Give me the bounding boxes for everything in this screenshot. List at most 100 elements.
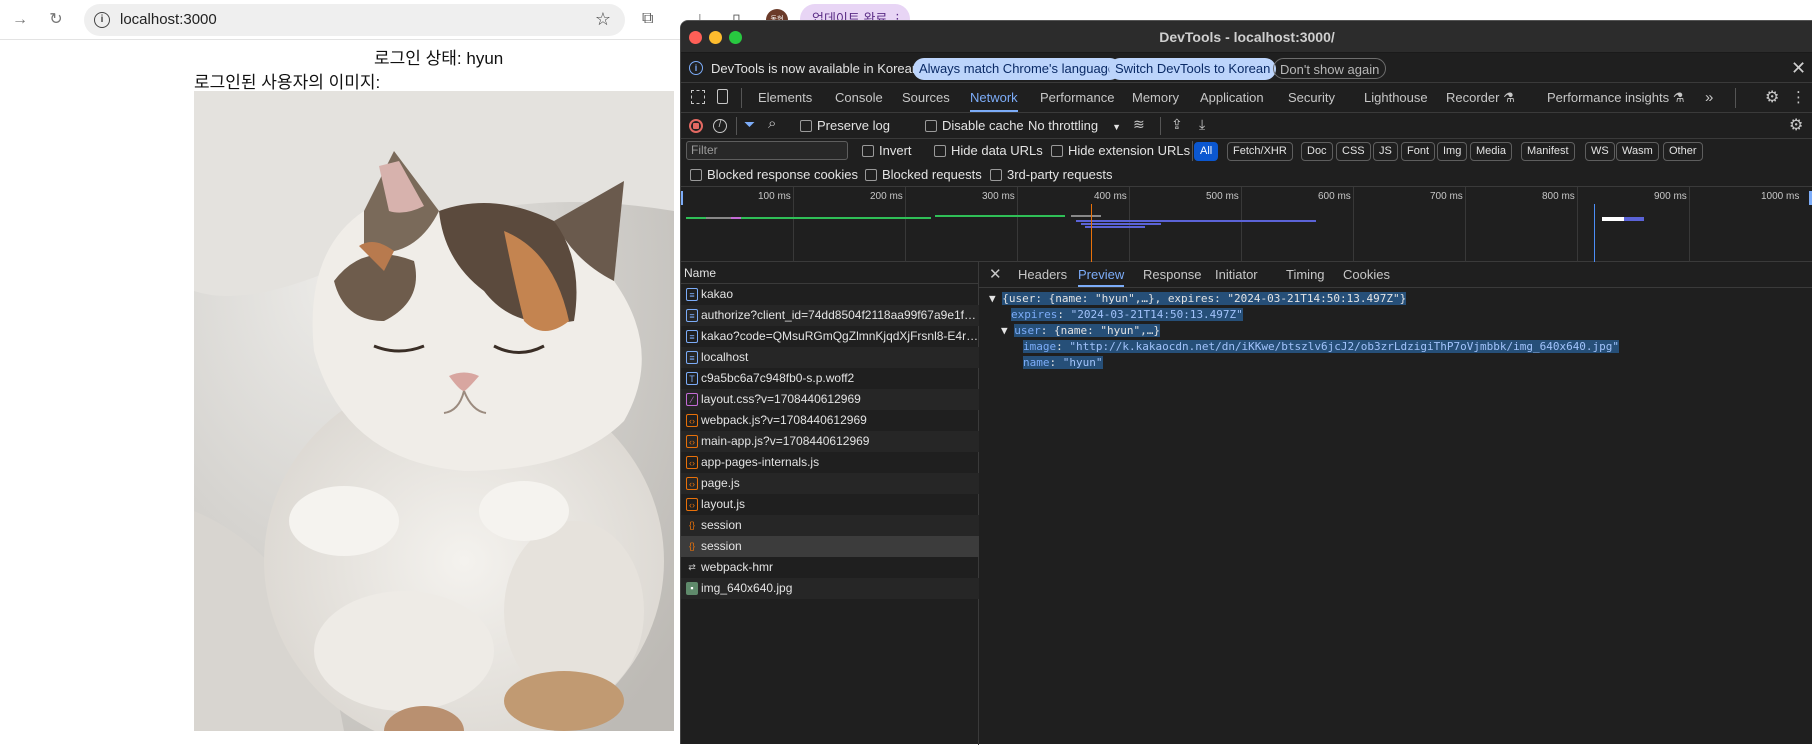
request-row[interactable]: ≡ kakao?code=QMsuRGmQgZlmnKjqdXjFrsnl8-E4… [681,326,979,347]
reload-icon[interactable]: ↻ [44,8,68,32]
request-row[interactable]: ⇄ webpack-hmr [681,557,979,578]
tab-headers[interactable]: Headers [1018,262,1067,287]
hide-data-urls-checkbox[interactable] [934,145,946,157]
close-detail-icon[interactable]: ✕ [989,262,1002,287]
timeline-handle-left[interactable] [681,191,683,205]
tab-response[interactable]: Response [1143,262,1202,287]
type-filter-fetch-xhr[interactable]: Fetch/XHR [1227,142,1293,161]
device-toolbar-icon[interactable] [717,89,728,104]
always-match-language-button[interactable]: Always match Chrome's language [913,58,1122,80]
request-row[interactable]: ‹› webpack.js?v=1708440612969 [681,410,979,431]
network-overview-timeline[interactable]: 100 ms 200 ms 300 ms 400 ms 500 ms 600 m… [681,187,1812,262]
timeline-tick-label: 200 ms [870,191,903,202]
type-filter-all[interactable]: All [1194,142,1219,161]
json-expires-line[interactable]: expires: "2024-03-21T14:50:13.497Z" [1011,308,1243,321]
tab-timing[interactable]: Timing [1286,262,1325,287]
throttling-select[interactable]: No throttling ▼ [1028,118,1121,133]
request-row[interactable]: Tc9a5bc6a7c948fb0-s.p.woff2 [681,368,979,389]
tab-console[interactable]: Console [835,83,883,112]
bookmark-star-icon[interactable]: ☆ [595,9,611,30]
close-infobar-icon[interactable]: ✕ [1791,58,1806,79]
tab-sources[interactable]: Sources [902,83,950,112]
record-stop-icon[interactable] [689,119,703,133]
tab-performance[interactable]: Performance [1040,83,1114,112]
timeline-tick-label: 1000 ms [1761,191,1800,202]
json-name-line[interactable]: name: "hyun" [1023,356,1103,369]
document-icon: ≡ [686,288,698,301]
json-root-line[interactable]: ▼ {user: {name: "hyun",…}, expires: "202… [989,292,1407,305]
tab-memory[interactable]: Memory [1132,83,1179,112]
type-filter-doc[interactable]: Doc [1301,142,1333,161]
request-row[interactable]: ‹› page.js [681,473,979,494]
disable-cache-checkbox[interactable] [925,120,937,132]
request-row[interactable]: ‹› main-app.js?v=1708440612969 [681,431,979,452]
tab-network[interactable]: Network [970,83,1018,112]
tab-application[interactable]: Application [1200,83,1264,112]
tab-initiator[interactable]: Initiator [1215,262,1258,287]
site-info-icon[interactable]: i [94,12,110,28]
hide-extension-urls-checkbox[interactable] [1051,145,1063,157]
tab-cookies[interactable]: Cookies [1343,262,1390,287]
tab-lighthouse[interactable]: Lighthouse [1364,83,1428,112]
filter-funnel-icon[interactable]: ⏷ [744,116,755,133]
network-settings-gear-icon[interactable]: ⚙ [1789,115,1803,135]
devtools-window: DevTools - localhost:3000/ i DevTools is… [680,20,1812,745]
tab-security[interactable]: Security [1288,83,1335,112]
customize-menu-icon[interactable]: ⋮ [1791,83,1806,112]
clear-icon[interactable]: / [713,119,727,133]
network-conditions-icon[interactable]: ≋ [1133,116,1145,133]
type-filter-ws[interactable]: WS [1585,142,1615,161]
tab-preview[interactable]: Preview [1078,262,1125,287]
tab-performance-insights-label: Performance insights [1547,90,1670,105]
address-bar[interactable]: i localhost:3000 ☆ [84,4,625,36]
tab-recorder[interactable]: Recorder ⚗ [1446,83,1515,112]
dont-show-again-button[interactable]: Don't show again [1273,58,1387,79]
type-filter-js[interactable]: JS [1373,142,1398,161]
request-row-selected[interactable]: {} session [681,536,979,557]
type-filter-img[interactable]: Img [1437,142,1468,161]
type-filter-other[interactable]: Other [1663,142,1703,161]
forward-icon[interactable]: → [8,8,32,32]
request-row[interactable]: ‹› layout.js [681,494,979,515]
timeline-bar [706,217,731,219]
request-row[interactable]: ‹› app-pages-internals.js [681,452,979,473]
hide-data-urls-label: Hide data URLs [951,143,1043,158]
request-list: Name ≡ kakao ≡ authorize?client_id=74dd850… [681,262,979,745]
request-row[interactable]: ≡ authorize?client_id=74dd8504f2118aa99f6… [681,305,979,326]
import-har-icon[interactable]: ⇪ [1171,116,1183,133]
invert-checkbox[interactable] [862,145,874,157]
type-filter-wasm[interactable]: Wasm [1616,142,1659,161]
json-user-line[interactable]: ▼ user: {name: "hyun",…} [1001,324,1160,337]
inspect-element-icon[interactable] [691,90,705,104]
json-image-line[interactable]: image: "http://k.kakaocdn.net/dn/iKKwe/b… [1023,340,1620,353]
timeline-bar [1076,220,1316,222]
request-row[interactable]: ≡ kakao [681,284,979,305]
blocked-requests-checkbox[interactable] [865,169,877,181]
extensions-icon[interactable]: ⧉ [642,10,653,28]
blocked-cookies-checkbox[interactable] [690,169,702,181]
type-filter-manifest[interactable]: Manifest [1521,142,1575,161]
filter-input[interactable]: Filter [686,141,848,160]
search-icon[interactable]: ⌕ [768,115,776,132]
settings-gear-icon[interactable]: ⚙ [1765,83,1779,112]
export-har-icon[interactable]: ⤓ [1199,116,1205,133]
expand-triangle-icon: ▼ [989,292,996,305]
third-party-checkbox[interactable] [990,169,1002,181]
type-filter-media[interactable]: Media [1470,142,1512,161]
tab-elements[interactable]: Elements [758,83,812,112]
request-name: layout.css?v=1708440612969 [701,392,861,406]
image-file-icon: ▪ [686,582,698,595]
preserve-log-checkbox[interactable] [800,120,812,132]
name-column-header[interactable]: Name [681,262,979,284]
request-row[interactable]: ⁄ layout.css?v=1708440612969 [681,389,979,410]
tab-performance-insights[interactable]: Performance insights ⚗ [1547,83,1684,112]
type-filter-css[interactable]: CSS [1336,142,1371,161]
font-file-icon: T [686,372,698,385]
timeline-tick-label: 400 ms [1094,191,1127,202]
request-row[interactable]: {} session [681,515,979,536]
request-row[interactable]: ≡ localhost [681,347,979,368]
type-filter-font[interactable]: Font [1401,142,1436,161]
switch-to-korean-button[interactable]: Switch DevTools to Korean [1109,58,1277,80]
more-tabs-icon[interactable]: » [1705,83,1713,112]
request-row[interactable]: ▪ img_640x640.jpg [681,578,979,599]
